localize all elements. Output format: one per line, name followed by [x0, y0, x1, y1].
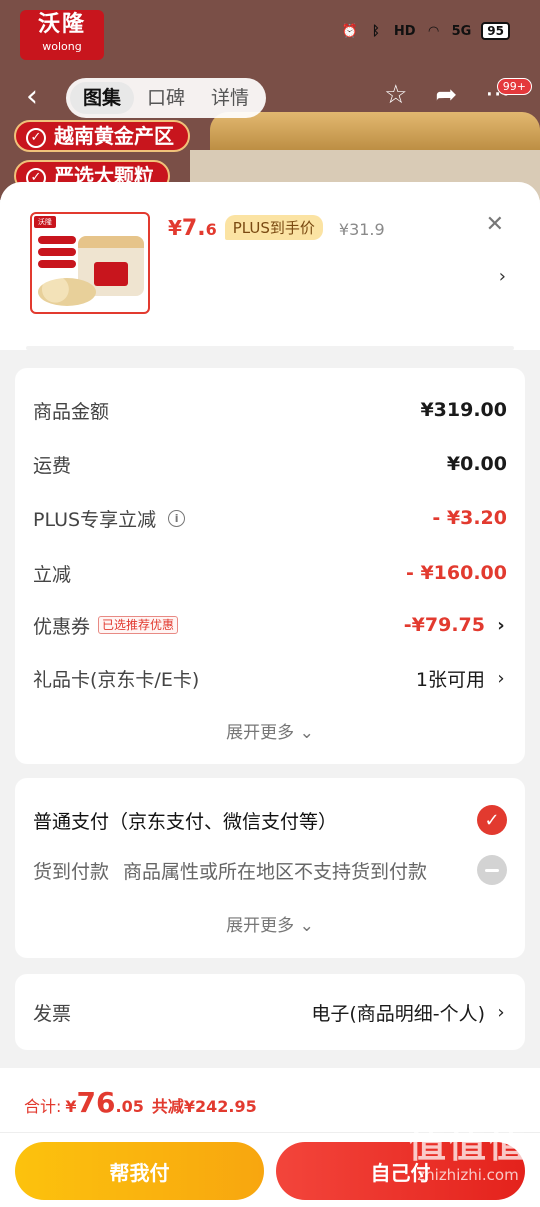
total-decimal: .05 — [115, 1097, 144, 1116]
order-bottom-sheet: 沃隆 ¥ 7. 6 PLUS到手价 ¥31.9 ✕ › 商品金额 ¥319.00… — [0, 182, 540, 1207]
summary-row-shipping: 运费 ¥0.00 — [33, 449, 507, 479]
original-price: ¥31.9 — [338, 220, 385, 239]
payment-option-standard[interactable]: 普通支付（京东支付、微信支付等） ✓ — [33, 803, 507, 837]
price-currency: ¥ — [168, 216, 182, 240]
summary-label: 优惠券 已选推荐优惠 — [33, 612, 179, 639]
total-currency: ¥ — [65, 1097, 77, 1116]
thumb-tag — [38, 248, 76, 256]
product-tag-origin: ✓ 越南黄金产区 — [14, 120, 190, 152]
summary-row-instant-discount: 立减 - ¥160.00 — [33, 558, 507, 588]
brand-logo-en: wolong — [42, 40, 82, 53]
header-divider — [26, 346, 514, 350]
summary-label: 商品金额 — [33, 400, 110, 423]
payment-option-label: 普通支付（京东支付、微信支付等） — [33, 810, 338, 833]
payment-option-label: 货到付款 商品属性或所在地区不支持货到付款 — [33, 857, 427, 884]
close-icon[interactable]: ✕ — [486, 214, 504, 236]
summary-label: 立减 — [33, 563, 72, 586]
cod-label: 货到付款 — [33, 860, 110, 883]
price-row: ¥ 7. 6 PLUS到手价 ¥31.9 — [168, 215, 385, 242]
recommended-tag: 已选推荐优惠 — [98, 616, 179, 634]
total-integer: 76 — [76, 1086, 116, 1119]
summary-row-plus-discount: PLUS专享立减 i - ¥3.20 — [33, 503, 507, 533]
total-label: 合计: — [24, 1097, 62, 1116]
checkmark-icon[interactable]: ✓ — [477, 805, 507, 835]
share-arrow-icon[interactable]: ➦ — [435, 80, 457, 110]
background-product-page: 沃隆 wolong ⏰ ᛒ HD ◠ 5G 95 ‹ 图集 口碑 详情 ☆ ➦ … — [0, 0, 540, 200]
tab-reviews[interactable]: 口碑 — [134, 82, 198, 114]
favorite-star-icon[interactable]: ☆ — [384, 80, 407, 110]
invoice-row[interactable]: 发票 电子(商品明细-个人) › — [33, 997, 507, 1027]
summary-expand-more[interactable]: 展开更多 ⌄ — [15, 718, 525, 743]
summary-value: - ¥160.00 — [405, 562, 507, 584]
summary-value: ¥319.00 — [420, 399, 507, 421]
signal-icon: 5G — [451, 23, 472, 39]
summary-label-text: 优惠券 — [33, 615, 91, 638]
summary-row-coupon[interactable]: 优惠券 已选推荐优惠 -¥79.75 › — [33, 610, 507, 640]
product-tabs: 图集 口碑 详情 — [66, 78, 266, 118]
summary-value: 1张可用 › — [416, 665, 507, 692]
back-arrow-icon[interactable]: ‹ — [26, 82, 38, 112]
tab-gallery[interactable]: 图集 — [70, 82, 134, 114]
message-count-badge: 99+ — [496, 78, 532, 95]
plus-price-badge: PLUS到手价 — [224, 215, 323, 240]
check-circle-icon: ✓ — [26, 127, 46, 148]
product-tag-text: 越南黄金产区 — [54, 124, 174, 148]
chevron-right-icon: › — [497, 1001, 505, 1023]
thumb-tag — [38, 236, 76, 244]
summary-label: 运费 — [33, 454, 72, 477]
brand-logo: 沃隆 wolong — [20, 10, 104, 60]
summary-value: - ¥3.20 — [432, 507, 507, 529]
summary-row-goods-amount: 商品金额 ¥319.00 — [33, 395, 507, 425]
invoice-card[interactable]: 发票 电子(商品明细-个人) › — [15, 974, 525, 1050]
bluetooth-icon: ᛒ — [372, 23, 380, 39]
payment-option-cod: 货到付款 商品属性或所在地区不支持货到付款 — [33, 853, 507, 887]
coupon-value: -¥79.75 — [403, 614, 485, 636]
product-thumbnail[interactable]: 沃隆 — [30, 212, 150, 314]
chevron-right-icon[interactable]: › — [499, 266, 506, 287]
summary-value: ¥0.00 — [446, 453, 507, 475]
summary-value: -¥79.75 › — [404, 614, 507, 636]
disabled-minus-icon — [477, 855, 507, 885]
thumb-nuts — [38, 278, 96, 306]
summary-label: PLUS专享立减 i — [33, 505, 186, 532]
chevron-right-icon: › — [497, 614, 505, 636]
nav-actions: ☆ ➦ ··· — [384, 80, 510, 110]
total-line: 合计: ¥ 76 .05 共减¥242.95 — [24, 1086, 257, 1119]
brand-logo-cn: 沃隆 — [37, 12, 86, 37]
price-integer: 7. — [181, 216, 206, 241]
total-saved: 共减¥242.95 — [151, 1097, 257, 1116]
payment-expand-more[interactable]: 展开更多 ⌄ — [15, 911, 525, 936]
price-summary-card: 商品金额 ¥319.00 运费 ¥0.00 PLUS专享立减 i - ¥3.20 … — [15, 368, 525, 764]
summary-label-text: PLUS专享立减 — [33, 508, 157, 531]
invoice-value-text: 电子(商品明细-个人) — [311, 1002, 485, 1025]
thumb-jar-label — [94, 262, 128, 286]
gift-card-value: 1张可用 — [415, 668, 485, 691]
wifi-icon: ◠ — [428, 23, 439, 39]
thumb-logo: 沃隆 — [34, 216, 56, 228]
hd-icon: HD — [393, 23, 416, 39]
alarm-icon: ⏰ — [341, 23, 358, 39]
tab-details[interactable]: 详情 — [198, 82, 262, 114]
minus-bar — [485, 868, 499, 872]
watermark-cn: 值值值 — [407, 1122, 528, 1166]
battery-icon: 95 — [481, 22, 510, 40]
summary-row-gift-card[interactable]: 礼品卡(京东卡/E卡) 1张可用 › — [33, 663, 507, 693]
chevron-right-icon: › — [497, 667, 505, 689]
price-decimal: 6 — [205, 220, 217, 239]
watermark-en: zhizhizhi.com — [417, 1166, 519, 1184]
summary-label: 礼品卡(京东卡/E卡) — [33, 668, 200, 691]
invoice-label: 发票 — [33, 1002, 72, 1025]
status-bar: ⏰ ᛒ HD ◠ 5G 95 — [342, 22, 510, 40]
ask-friend-pay-button[interactable]: 帮我付 — [15, 1142, 264, 1200]
thumb-tag — [38, 260, 76, 268]
cod-note: 商品属性或所在地区不支持货到付款 — [123, 860, 428, 883]
info-icon[interactable]: i — [168, 509, 186, 527]
product-header: 沃隆 ¥ 7. 6 PLUS到手价 ¥31.9 ✕ › — [0, 182, 540, 350]
invoice-value: 电子(商品明细-个人) › — [311, 999, 507, 1026]
watermark: 值值值 zhizhizhi.com — [408, 1122, 528, 1184]
payment-method-card: 普通支付（京东支付、微信支付等） ✓ 货到付款 商品属性或所在地区不支持货到付款 … — [15, 778, 525, 958]
